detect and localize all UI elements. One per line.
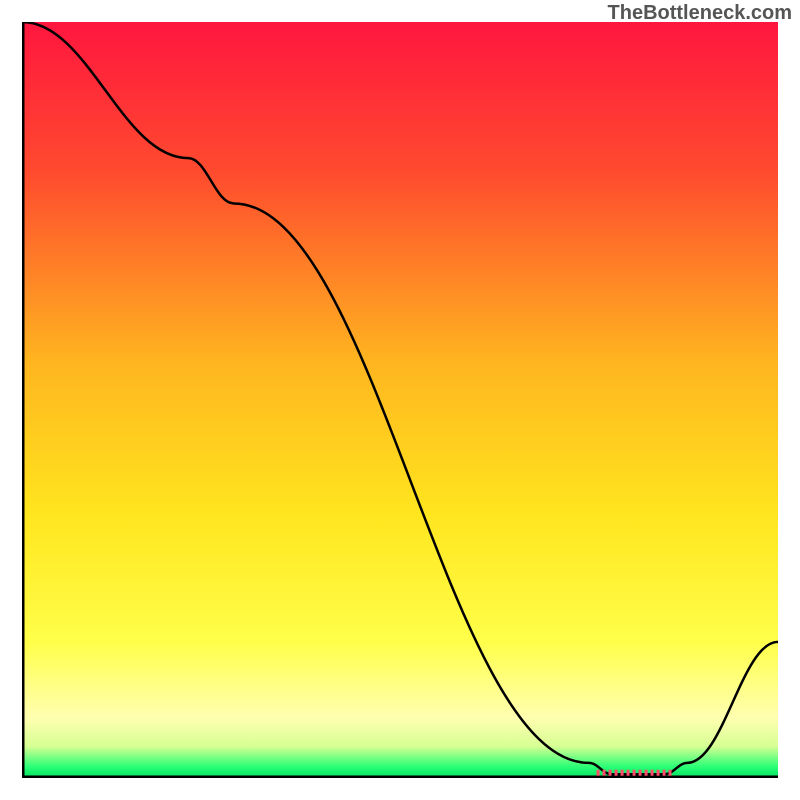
gradient-background	[22, 22, 778, 778]
bottleneck-chart	[22, 22, 778, 778]
